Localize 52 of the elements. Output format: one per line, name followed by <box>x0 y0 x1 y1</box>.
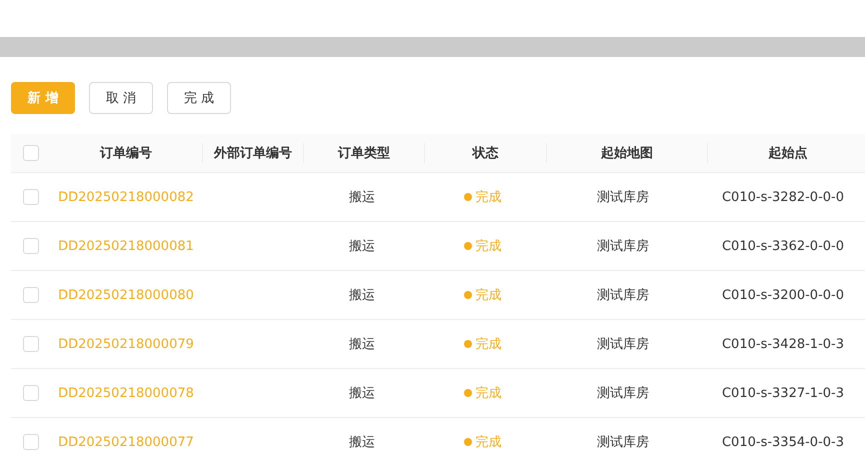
order-number-link[interactable]: DD20250218000082 <box>58 190 194 204</box>
table-cell-text: 搬运 <box>349 385 375 402</box>
order-number-link[interactable]: DD20250218000077 <box>58 434 194 450</box>
table-cell: C010-s-3200-0-0-0 <box>722 288 844 302</box>
table-cell-text: 测试库房 <box>597 189 649 206</box>
table-cell: C010-s-3362-0-0-0 <box>722 238 844 254</box>
status-dot-icon <box>464 242 472 250</box>
table-cell-text: 搬运 <box>349 238 375 255</box>
column-header: 状态 <box>472 145 498 162</box>
row-checkbox[interactable] <box>22 336 38 352</box>
column-header: 订单编号 <box>100 144 152 162</box>
toolbar-button[interactable]: 完 成 <box>167 82 231 114</box>
row-checkbox[interactable] <box>22 385 38 401</box>
table-cell-text: 测试库房 <box>597 385 649 402</box>
table-cell: C010-s-3327-1-0-3 <box>722 386 844 400</box>
status-dot-icon <box>464 193 472 201</box>
table-cell-text: 测试库房 <box>597 238 649 255</box>
status-text: 完成 <box>476 238 502 255</box>
row-checkbox[interactable] <box>22 434 38 450</box>
order-number-link[interactable]: DD20250218000079 <box>58 336 194 352</box>
status-dot-icon <box>464 291 472 299</box>
status-text: 完成 <box>476 385 502 402</box>
status-text: 完成 <box>476 434 502 451</box>
add-button[interactable]: 新 增 <box>11 82 75 114</box>
table-cell-text: 测试库房 <box>597 336 649 353</box>
table-cell-text: 测试库房 <box>597 287 649 304</box>
table-cell: C010-s-3282-0-0-0 <box>722 190 844 204</box>
row-checkbox[interactable] <box>22 287 38 303</box>
order-number-link[interactable]: DD20250218000080 <box>58 288 194 302</box>
table-cell: C010-s-3354-0-0-3 <box>722 434 844 450</box>
select-all-checkbox[interactable] <box>22 145 38 161</box>
order-number-link[interactable]: DD20250218000081 <box>58 238 194 254</box>
status-text: 完成 <box>476 189 502 206</box>
table-cell-text: 搬运 <box>349 189 375 206</box>
order-number-link[interactable]: DD20250218000078 <box>58 386 194 400</box>
status-text: 完成 <box>476 336 502 353</box>
status-dot-icon <box>464 389 472 397</box>
table-cell-text: 测试库房 <box>597 434 649 451</box>
status-text: 完成 <box>476 287 502 304</box>
row-checkbox[interactable] <box>22 189 38 205</box>
toolbar-button[interactable]: 取 消 <box>89 82 153 114</box>
row-checkbox[interactable] <box>22 238 38 254</box>
column-header: 订单类型 <box>338 145 390 162</box>
column-header: 起始地图 <box>601 145 653 162</box>
column-header: 起始点 <box>768 145 808 162</box>
table-cell-text: 搬运 <box>349 434 375 451</box>
column-header: 外部订单编号 <box>214 144 292 162</box>
table-cell: C010-s-3428-1-0-3 <box>722 336 844 352</box>
table-cell-text: 搬运 <box>349 336 375 353</box>
status-dot-icon <box>464 340 472 348</box>
status-dot-icon <box>464 438 472 446</box>
table-cell-text: 搬运 <box>349 287 375 304</box>
